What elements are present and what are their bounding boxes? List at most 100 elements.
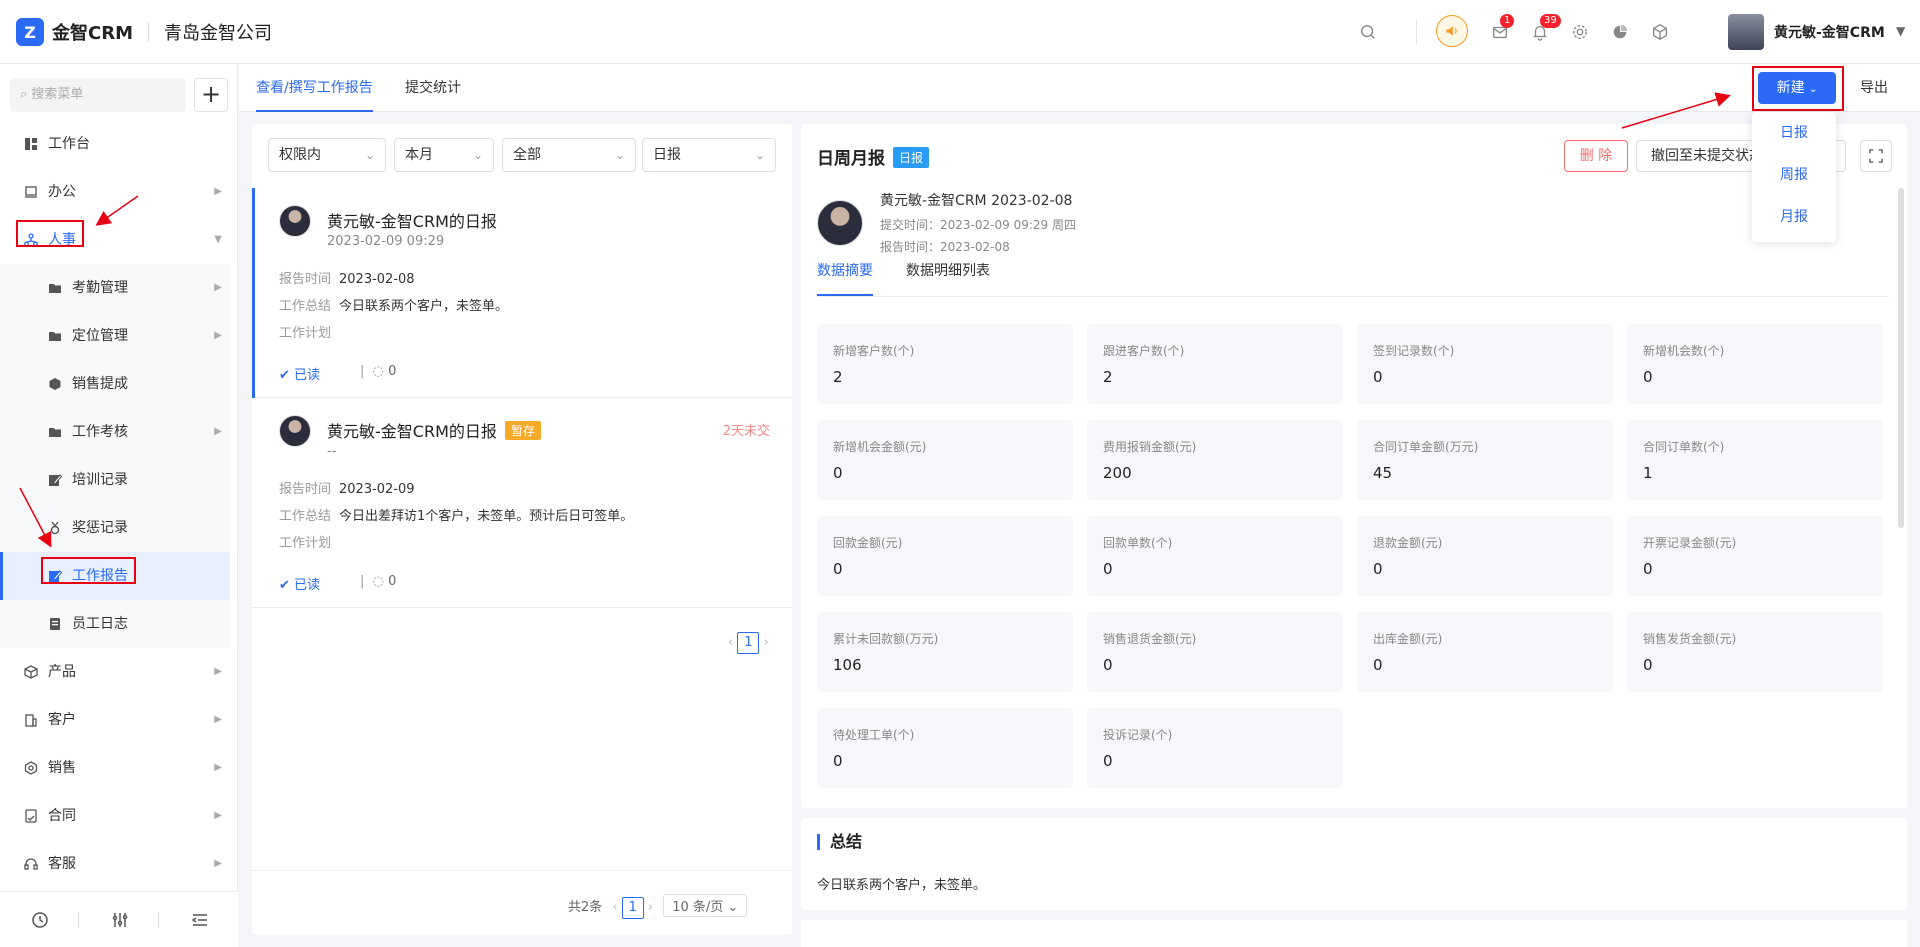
stat-value: 0 <box>833 464 843 482</box>
tab-data-detail-list[interactable]: 数据明细列表 <box>906 260 990 296</box>
chevron-down-icon: ⌄ <box>754 148 765 162</box>
report-card[interactable]: 黄元敏-金智CRM的日报 2023-02-09 09:29 报告时间 2023-0… <box>252 188 792 398</box>
comment-count[interactable]: | ◌ 0 <box>360 364 396 379</box>
page-number[interactable]: 1 <box>737 632 760 654</box>
stat-label: 合同订单金额(万元) <box>1373 440 1479 454</box>
next-page-icon[interactable]: › <box>648 900 653 915</box>
cube-icon[interactable] <box>1648 20 1672 44</box>
stat-card: 新增客户数(个) 2 <box>817 324 1073 404</box>
stat-label: 费用报销金额(元) <box>1103 440 1197 454</box>
stat-label: 新增机会数(个) <box>1643 344 1725 358</box>
stat-card: 签到记录数(个) 0 <box>1357 324 1613 404</box>
report-time: -- <box>327 444 337 459</box>
mail-badge: 1 <box>1500 14 1515 28</box>
menu-search-input[interactable]: ⌕ 搜索菜单 <box>10 78 186 112</box>
stat-label: 销售发货金额(元) <box>1643 632 1737 646</box>
sidebar-item-commission[interactable]: 销售提成 <box>0 360 230 408</box>
sidebar-item-rewards[interactable]: 奖惩记录 <box>0 504 230 552</box>
sidebar-item-customer[interactable]: 客户 ▶ <box>0 696 230 744</box>
speaker-icon[interactable] <box>1436 15 1468 47</box>
app-logo[interactable]: Z 金智CRM <box>16 18 133 46</box>
sidebar-item-location[interactable]: 定位管理 ▶ <box>0 312 230 360</box>
comment-count[interactable]: | ◌ 0 <box>360 574 396 589</box>
value: 2023-02-08 <box>940 240 1010 254</box>
stat-label: 跟进客户数(个) <box>1103 344 1185 358</box>
menu-item-monthly[interactable]: 月报 <box>1752 206 1836 226</box>
history-icon[interactable] <box>30 910 50 930</box>
search-icon[interactable] <box>1356 20 1380 44</box>
stat-card: 开票记录金额(元) 0 <box>1627 516 1883 596</box>
fullscreen-icon[interactable] <box>1860 140 1892 172</box>
sidebar-item-label: 工作台 <box>48 136 90 152</box>
label: 工作计划 <box>279 536 332 551</box>
prev-page-icon[interactable]: ‹ <box>612 900 617 915</box>
section-title: 总结 <box>817 834 862 850</box>
stat-label: 回款单数(个) <box>1103 536 1173 550</box>
bell-icon[interactable]: 39 <box>1528 14 1561 44</box>
sidebar-item-office[interactable]: 办公 ▶ <box>0 168 230 216</box>
sidebar-item-label: 考勤管理 <box>72 280 128 296</box>
page-number[interactable]: 1 <box>621 897 644 919</box>
next-page-icon[interactable]: › <box>763 635 768 650</box>
sidebar-item-service[interactable]: 客服 ▶ <box>0 840 230 888</box>
page-size-select[interactable]: 10 条/页 ⌄ <box>663 894 748 917</box>
sidebar-item-attendance[interactable]: 考勤管理 ▶ <box>0 264 230 312</box>
sidebar-item-assessment[interactable]: 工作考核 ▶ <box>0 408 230 456</box>
stat-value: 0 <box>1373 368 1383 386</box>
sliders-icon[interactable] <box>110 910 130 930</box>
read-status: ✔ 已读 <box>279 364 320 383</box>
menu-item-daily[interactable]: 日报 <box>1752 122 1836 142</box>
stat-value: 0 <box>1643 656 1653 674</box>
check-circle-icon: ✔ <box>279 578 290 593</box>
prev-page-icon[interactable]: ‹ <box>728 635 733 650</box>
chevron-down-icon[interactable]: ▼ <box>1896 24 1905 38</box>
edit-icon <box>49 474 62 486</box>
stat-value: 0 <box>1103 656 1113 674</box>
filter-status-select[interactable]: 全部 ⌄ <box>502 138 636 172</box>
sidebar-item-product[interactable]: 产品 ▶ <box>0 648 230 696</box>
filter-scope-select[interactable]: 权限内 ⌄ <box>268 138 386 172</box>
late-status: 2天未交 <box>722 424 770 439</box>
delete-button[interactable]: 删 除 <box>1564 140 1628 172</box>
user-name[interactable]: 黄元敏-金智CRM <box>1774 22 1885 42</box>
stat-label: 累计未回款额(万元) <box>833 632 939 646</box>
detail-title: 日周月报 日报 <box>817 144 930 169</box>
sidebar-item-staff-log[interactable]: 员工日志 <box>0 600 230 648</box>
stat-label: 新增客户数(个) <box>833 344 915 358</box>
sidebar-item-dashboard[interactable]: 工作台 <box>0 120 230 168</box>
logo-mark: Z <box>16 18 44 46</box>
filter-type-select[interactable]: 日报 ⌄ <box>642 138 776 172</box>
menu-item-weekly[interactable]: 周报 <box>1752 164 1836 184</box>
tab-submit-stats[interactable]: 提交统计 <box>405 64 461 112</box>
stat-card: 合同订单数(个) 1 <box>1627 420 1883 500</box>
filter-period-select[interactable]: 本月 ⌄ <box>394 138 494 172</box>
mail-icon[interactable]: 1 <box>1488 14 1515 44</box>
export-button[interactable]: 导出 <box>1860 72 1888 104</box>
gear-icon[interactable] <box>1568 20 1592 44</box>
add-button[interactable]: + <box>194 78 228 112</box>
total-count: 共2条 <box>568 900 603 915</box>
divider <box>78 912 79 928</box>
report-date-row: 报告时间 2023-02-09 <box>279 478 415 497</box>
box-icon <box>24 665 38 679</box>
summary-section: 总结 今日联系两个客户，未签单。 <box>801 818 1907 910</box>
tab-data-summary[interactable]: 数据摘要 <box>817 260 873 296</box>
chevron-right-icon: ▶ <box>214 666 222 677</box>
sidebar-item-training[interactable]: 培训记录 <box>0 456 230 504</box>
menu-collapse-icon[interactable] <box>190 910 210 930</box>
pie-chart-icon[interactable] <box>1608 20 1632 44</box>
report-card[interactable]: 黄元敏-金智CRM的日报 暂存 2天未交 -- 报告时间 2023-02-09 工作… <box>252 398 792 608</box>
stat-label: 待处理工单(个) <box>833 728 915 742</box>
sidebar-item-label: 培训记录 <box>72 472 128 488</box>
sidebar-item-contract[interactable]: 合同 ▶ <box>0 792 230 840</box>
sidebar-item-label: 客服 <box>48 856 76 872</box>
divider <box>158 912 159 928</box>
annotation-box <box>16 220 84 247</box>
tab-view-write-report[interactable]: 查看/撰写工作报告 <box>256 64 373 112</box>
scrollbar[interactable] <box>1898 188 1904 528</box>
stat-value: 0 <box>833 560 843 578</box>
sidebar-item-sales[interactable]: 销售 ▶ <box>0 744 230 792</box>
report-type-tag: 日报 <box>893 147 930 168</box>
chevron-right-icon: ▶ <box>214 858 222 869</box>
user-avatar[interactable] <box>1728 14 1764 50</box>
